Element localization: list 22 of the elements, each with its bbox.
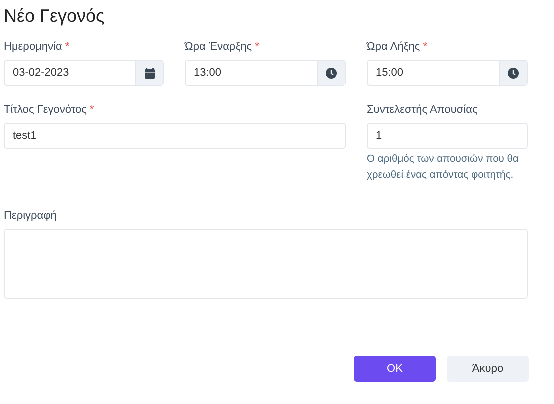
- field-label: Ώρα Έναρξης *: [185, 41, 260, 53]
- field-label: Ώρα Λήξης *: [367, 41, 428, 53]
- field-label: Περιγραφή: [4, 210, 58, 222]
- field-label: Συντελεστής Απουσίας: [367, 104, 479, 116]
- help-text: Ο αριθμός των απουσιών που θα χρεωθεί ένας απόντας φοιτητής.: [367, 153, 520, 183]
- clock-button[interactable]: [499, 61, 527, 85]
- time-picker[interactable]: 13:00: [185, 60, 346, 86]
- clock-button[interactable]: [317, 61, 345, 85]
- calendar-icon: [144, 68, 154, 78]
- time-picker[interactable]: 15:00: [367, 60, 528, 86]
- date-picker[interactable]: 03-02-2023: [4, 60, 164, 86]
- clock-icon: [326, 68, 337, 78]
- ok-button[interactable]: OK: [354, 356, 436, 382]
- clock-icon: [508, 68, 519, 78]
- calendar-button[interactable]: [135, 61, 163, 85]
- input-field[interactable]: test1: [4, 123, 346, 149]
- description-field[interactable]: [4, 229, 528, 299]
- input-field[interactable]: 1: [367, 123, 528, 149]
- cancel-button[interactable]: Άκυρο: [447, 356, 529, 382]
- field-label: Τίτλος Γεγονότος *: [4, 104, 96, 116]
- field-label: Ημερομηνία *: [4, 41, 71, 53]
- form-title: Νέο Γεγονός: [4, 6, 106, 27]
